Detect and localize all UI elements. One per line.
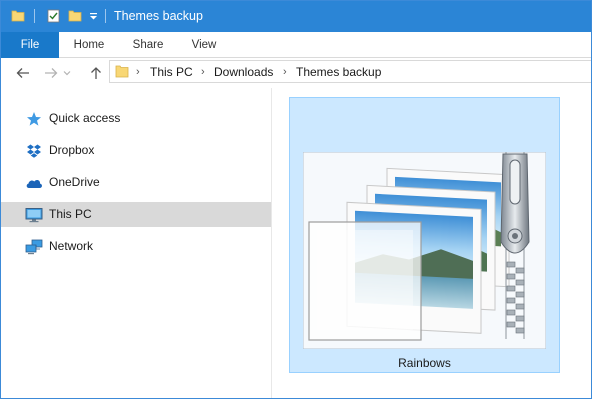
navigation-bar: › This PC › Downloads › Themes backup [1, 58, 591, 88]
dropbox-icon [25, 142, 43, 159]
forward-arrow-icon[interactable] [41, 63, 61, 83]
monitor-icon [25, 206, 43, 223]
sidebar-item-dropbox[interactable]: Dropbox [1, 138, 271, 163]
sidebar-item-onedrive[interactable]: OneDrive [1, 170, 271, 195]
title-bar: Themes backup [1, 1, 591, 32]
sidebar-item-network[interactable]: Network [1, 234, 271, 259]
sidebar-item-label: This PC [49, 207, 92, 221]
network-icon [25, 238, 43, 255]
sidebar-item-label: Quick access [49, 111, 121, 125]
sidebar-item-label: OneDrive [49, 175, 100, 189]
breadcrumb-downloads[interactable]: Downloads [214, 65, 273, 79]
breadcrumb-separator: › [201, 66, 205, 78]
star-icon [25, 110, 43, 127]
chevron-down-icon[interactable] [61, 63, 73, 83]
file-item[interactable]: Rainbows [289, 97, 560, 373]
file-name: Rainbows [398, 356, 451, 370]
sidebar-item-quick-access[interactable]: Quick access [1, 106, 271, 131]
cloud-icon [25, 174, 43, 191]
tab-share[interactable]: Share [123, 32, 173, 58]
address-bar[interactable]: › This PC › Downloads › Themes backup [109, 60, 591, 83]
up-arrow-icon[interactable] [86, 63, 106, 83]
sidebar-item-label: Dropbox [49, 143, 95, 157]
properties-icon[interactable] [46, 8, 60, 24]
toolbar-separator [34, 9, 35, 23]
folder-icon [115, 64, 129, 82]
tab-home[interactable]: Home [65, 32, 113, 58]
file-list: Rainbows [272, 88, 591, 398]
ribbon-tabs: File Home Share View [1, 32, 591, 58]
customize-dropdown-icon[interactable] [88, 8, 98, 24]
sidebar-item-label: Network [49, 239, 94, 253]
toolbar-separator [105, 9, 106, 23]
breadcrumb-this-pc[interactable]: This PC [150, 65, 193, 79]
zipped-theme-pack-icon [303, 152, 546, 349]
back-arrow-icon[interactable] [13, 63, 33, 83]
new-folder-icon[interactable] [68, 8, 82, 24]
window-title: Themes backup [114, 9, 203, 23]
file-explorer-window: Themes backup File Home Share View › Thi… [0, 0, 592, 399]
tab-file[interactable]: File [1, 32, 59, 58]
folder-icon[interactable] [11, 8, 25, 24]
breadcrumb-separator: › [136, 66, 140, 78]
sidebar-item-this-pc[interactable]: This PC [1, 202, 271, 227]
navigation-pane: Quick access Dropbox OneDrive This PC Ne… [1, 88, 272, 398]
tab-view[interactable]: View [181, 32, 227, 58]
breadcrumb-separator: › [283, 66, 287, 78]
breadcrumb-themes-backup[interactable]: Themes backup [296, 65, 381, 79]
